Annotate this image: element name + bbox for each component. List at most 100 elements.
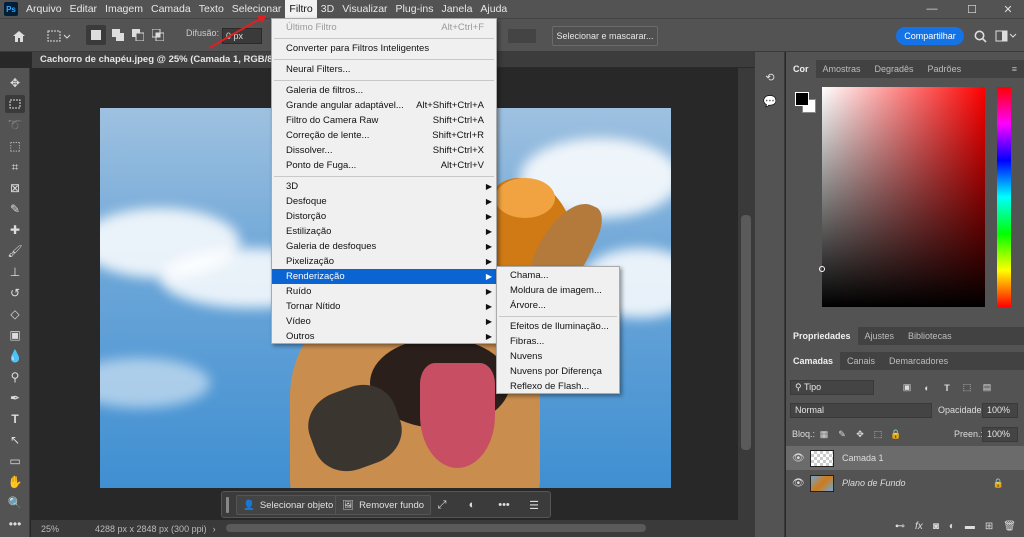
gradient-tool-icon[interactable]: ▣ (5, 326, 25, 344)
vertical-scrollbar[interactable] (738, 68, 754, 520)
menu-item-lens-correction[interactable]: Correção de lente... Shift+Ctrl+R (272, 128, 496, 143)
shape-filter-icon[interactable]: ⬚ (960, 380, 974, 395)
lock-pixels-icon[interactable]: ✎ (836, 427, 848, 441)
lock-position-icon[interactable]: ✥ (854, 427, 866, 441)
menu-ajuda[interactable]: Ajuda (476, 0, 511, 18)
fx-icon[interactable]: fx (915, 521, 923, 532)
document-tab[interactable]: Cachorro de chapéu.jpeg @ 25% (Camada 1,… (32, 52, 296, 68)
workspace-icon[interactable] (993, 26, 1019, 46)
submenu-item-flame[interactable]: Chama... (497, 268, 619, 283)
menu-item-stylize[interactable]: Estilização ▶ (272, 224, 496, 239)
more-tools-icon[interactable]: ••• (5, 515, 25, 533)
tab-canais[interactable]: Canais (840, 352, 882, 370)
rectangle-tool-icon[interactable]: ▭ (5, 452, 25, 470)
eraser-tool-icon[interactable]: ◇ (5, 305, 25, 323)
tab-propriedades[interactable]: Propriedades (786, 327, 858, 345)
menu-item-last-filter[interactable]: Último Filtro Alt+Ctrl+F (272, 20, 496, 35)
tab-ajustes[interactable]: Ajustes (858, 327, 902, 345)
type-tool-icon[interactable]: T (5, 410, 25, 428)
menu-item-render[interactable]: Renderização ▶ (272, 269, 496, 284)
status-arrow-icon[interactable]: › (213, 524, 216, 534)
vertical-scroll-thumb[interactable] (741, 215, 751, 450)
submenu-item-fibers[interactable]: Fibras... (497, 334, 619, 349)
tab-amostras[interactable]: Amostras (816, 60, 868, 78)
lasso-tool-icon[interactable]: ➰ (5, 116, 25, 134)
menu-item-blur[interactable]: Desfoque ▶ (272, 194, 496, 209)
link-layers-icon[interactable]: ⊷ (895, 521, 905, 532)
layer-filter-select[interactable]: ⚲ Tipo (790, 380, 874, 395)
share-button[interactable]: Compartilhar (896, 27, 964, 45)
marquee-preset-icon[interactable] (44, 26, 74, 46)
menu-janela[interactable]: Janela (437, 0, 476, 18)
menu-item-adaptive-wide-angle[interactable]: Grande angular adaptável... Alt+Shift+Ctr… (272, 98, 496, 113)
more-options-icon[interactable]: ••• (494, 495, 514, 515)
menu-item-filter-gallery[interactable]: Galeria de filtros... (272, 83, 496, 98)
delete-layer-icon[interactable]: 🗑 (1003, 521, 1016, 532)
submenu-item-tree[interactable]: Árvore... (497, 298, 619, 313)
tab-bibliotecas[interactable]: Bibliotecas (901, 327, 959, 345)
menu-plugins[interactable]: Plug-ins (392, 0, 438, 18)
history-panel-icon[interactable]: ⟲ (760, 68, 780, 86)
home-icon[interactable] (8, 26, 30, 46)
marquee-tool-icon[interactable] (5, 95, 25, 113)
tab-padroes[interactable]: Padrões (921, 60, 969, 78)
hand-tool-icon[interactable]: ✋ (5, 473, 25, 491)
crop-tool-icon[interactable]: ⌗ (5, 158, 25, 176)
frame-tool-icon[interactable]: ⊠ (5, 179, 25, 197)
drag-handle[interactable] (226, 497, 229, 513)
submenu-item-clouds[interactable]: Nuvens (497, 349, 619, 364)
tab-cor[interactable]: Cor (786, 60, 816, 78)
menu-imagem[interactable]: Imagem (101, 0, 147, 18)
submenu-item-picture-frame[interactable]: Moldura de imagem... (497, 283, 619, 298)
healing-brush-tool-icon[interactable]: ✚ (5, 221, 25, 239)
menu-arquivo[interactable]: Arquivo (22, 0, 66, 18)
add-selection-icon[interactable] (108, 25, 128, 45)
layer-row[interactable]: 👁 Camada 1 (786, 446, 1024, 470)
menu-item-sharpen[interactable]: Tornar Nítido ▶ (272, 299, 496, 314)
select-object-button[interactable]: 👤 Selecionar objeto (236, 495, 341, 515)
visibility-eye-icon[interactable]: 👁 (792, 478, 805, 489)
clone-stamp-tool-icon[interactable]: ⊥ (5, 263, 25, 281)
color-picker-cursor[interactable] (819, 266, 825, 272)
hue-slider[interactable] (997, 87, 1011, 307)
lock-transparency-icon[interactable]: ▦ (818, 427, 830, 441)
intersect-selection-icon[interactable] (148, 25, 168, 45)
layer-name[interactable]: Camada 1 (842, 453, 884, 463)
fill-input[interactable]: 100% (982, 427, 1018, 442)
menu-item-pixelate[interactable]: Pixelização ▶ (272, 254, 496, 269)
subtract-selection-icon[interactable] (128, 25, 148, 45)
zoom-level[interactable]: 25% (41, 524, 89, 534)
blur-tool-icon[interactable]: 💧 (5, 347, 25, 365)
menu-item-camera-raw[interactable]: Filtro do Camera Raw Shift+Ctrl+A (272, 113, 496, 128)
tab-demarcadores[interactable]: Demarcadores (882, 352, 955, 370)
move-tool-icon[interactable]: ✥ (5, 74, 25, 92)
menu-camada[interactable]: Camada (147, 0, 195, 18)
new-selection-icon[interactable] (86, 25, 106, 45)
submenu-item-lens-flare[interactable]: Reflexo de Flash... (497, 379, 619, 394)
menu-item-convert-smart-filters[interactable]: Converter para Filtros Inteligentes (272, 41, 496, 56)
visibility-eye-icon[interactable]: 👁 (792, 453, 805, 464)
add-mask-icon[interactable]: ◙ (933, 521, 939, 532)
object-selection-tool-icon[interactable]: ⬚ (5, 137, 25, 155)
pen-tool-icon[interactable]: ✒ (5, 389, 25, 407)
menu-item-distort[interactable]: Distorção ▶ (272, 209, 496, 224)
menu-item-blur-gallery[interactable]: Galeria de desfoques ▶ (272, 239, 496, 254)
menu-item-liquify[interactable]: Dissolver... Shift+Ctrl+X (272, 143, 496, 158)
horizontal-scroll-thumb[interactable] (226, 524, 646, 532)
transform-icon[interactable]: ⤢ (432, 495, 452, 515)
smart-object-filter-icon[interactable]: ▤ (980, 380, 994, 395)
menu-editar[interactable]: Editar (66, 0, 101, 18)
dodge-tool-icon[interactable]: ⚲ (5, 368, 25, 386)
minimize-button[interactable]: — (912, 0, 952, 18)
image-filter-icon[interactable]: ▣ (900, 380, 914, 395)
tab-degrades[interactable]: Degradês (868, 60, 921, 78)
close-button[interactable]: ✕ (992, 0, 1024, 18)
menu-visualizar[interactable]: Visualizar (338, 0, 391, 18)
menu-item-3d[interactable]: 3D ▶ (272, 179, 496, 194)
height-field[interactable] (508, 29, 536, 43)
layer-row[interactable]: 👁 Plano de Fundo 🔒 (786, 471, 1024, 495)
menu-item-noise[interactable]: Ruído ▶ (272, 284, 496, 299)
submenu-item-lighting-effects[interactable]: Efeitos de Iluminação... (497, 319, 619, 334)
settings-sliders-icon[interactable]: ☰ (524, 495, 544, 515)
type-filter-icon[interactable]: T (940, 380, 954, 395)
